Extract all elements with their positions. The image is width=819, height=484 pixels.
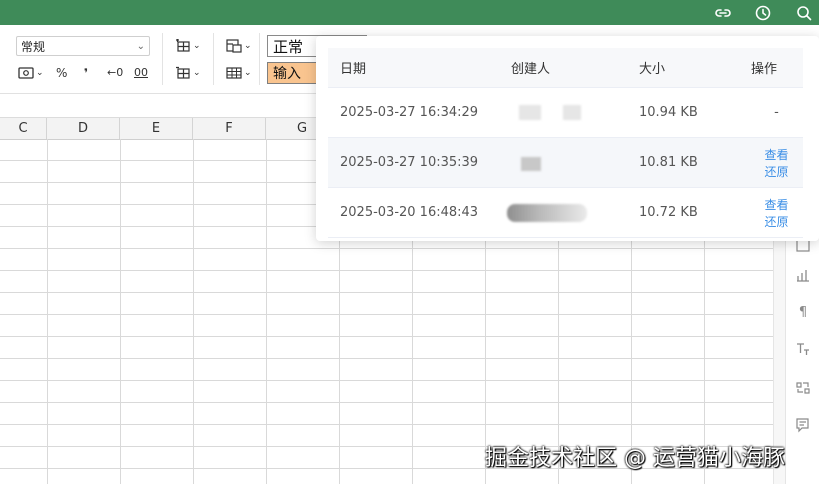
table-format-button[interactable]: ⌄ xyxy=(226,63,252,83)
table-row: 2025-03-27 10:35:39 10.81 KB 查看 还原 xyxy=(328,137,803,188)
row-actions: 查看 还原 xyxy=(750,187,803,238)
table-row: 2025-03-20 16:48:43 10.72 KB 查看 还原 xyxy=(328,187,803,238)
row-date: 2025-03-27 16:34:29 xyxy=(328,87,499,138)
side-toolbar: ¶ xyxy=(785,230,819,484)
redacted-avatar xyxy=(519,104,541,120)
column-header[interactable]: E xyxy=(120,118,193,139)
chevron-down-icon: ⌄ xyxy=(244,41,252,51)
row-action-none: - xyxy=(750,87,803,138)
column-header[interactable]: C xyxy=(0,118,47,139)
percent-button[interactable]: % xyxy=(56,63,67,83)
app-header xyxy=(0,0,819,25)
chevron-down-icon: ⌄ xyxy=(193,68,201,78)
chart-icon[interactable] xyxy=(794,266,812,284)
table-row: 2025-03-27 16:34:29 10.94 KB - xyxy=(328,87,803,138)
decrease-decimal-button[interactable]: ←0 xyxy=(107,63,123,83)
row-size: 10.72 KB xyxy=(635,187,750,238)
table-insert-icon xyxy=(176,39,190,52)
search-icon[interactable] xyxy=(794,3,814,23)
number-format-value: 常规 xyxy=(21,40,46,54)
version-history-popover: 日期 创建人 大小 操作 2025-03-27 16:34:29 10.94 K… xyxy=(316,36,819,241)
link-icon[interactable] xyxy=(713,3,733,23)
comment-icon[interactable] xyxy=(794,416,812,434)
chevron-down-icon: ⌄ xyxy=(244,68,252,78)
toolbar-divider xyxy=(259,33,260,85)
insert-cells-button[interactable]: ⌄ xyxy=(175,36,201,56)
version-history-table: 日期 创建人 大小 操作 2025-03-27 16:34:29 10.94 K… xyxy=(328,48,803,238)
view-link[interactable]: 查看 xyxy=(764,148,788,162)
header-creator: 创建人 xyxy=(499,48,635,88)
delete-cells-button[interactable]: ⌄ xyxy=(175,63,201,83)
number-format-select[interactable]: 常规 ⌄ xyxy=(16,36,150,56)
restore-link[interactable]: 还原 xyxy=(764,215,788,229)
comma-style-button[interactable]: ❜ xyxy=(84,63,88,83)
table-format-icon xyxy=(226,67,242,79)
header-date: 日期 xyxy=(328,48,499,88)
column-header[interactable]: D xyxy=(47,118,120,139)
conditional-format-icon xyxy=(226,39,242,53)
redacted-name xyxy=(507,203,587,222)
restore-link[interactable]: 还原 xyxy=(764,165,788,179)
row-creator xyxy=(499,137,635,188)
toolbar-divider xyxy=(162,33,163,85)
increase-decimal-button[interactable]: 00 xyxy=(134,63,148,83)
row-date: 2025-03-27 10:35:39 xyxy=(328,137,499,188)
header-actions: 操作 xyxy=(750,48,803,88)
history-icon[interactable] xyxy=(753,3,773,23)
header-size: 大小 xyxy=(635,48,750,88)
row-size: 10.94 KB xyxy=(635,87,750,138)
text-style-icon[interactable] xyxy=(794,340,812,358)
table-delete-icon xyxy=(176,66,190,79)
conditional-format-button[interactable]: ⌄ xyxy=(226,36,252,56)
redacted-name xyxy=(563,104,581,120)
row-creator xyxy=(499,87,635,138)
shuffle-icon[interactable] xyxy=(794,378,812,396)
chevron-down-icon: ⌄ xyxy=(136,41,145,52)
view-link[interactable]: 查看 xyxy=(764,198,788,212)
row-creator xyxy=(499,187,635,238)
column-header[interactable]: F xyxy=(193,118,266,139)
currency-icon xyxy=(18,67,34,79)
chevron-down-icon: ⌄ xyxy=(193,41,201,51)
row-size: 10.81 KB xyxy=(635,137,750,188)
redacted-name xyxy=(521,156,541,171)
currency-format-button[interactable]: ⌄ xyxy=(18,63,44,83)
row-actions: 查看 还原 xyxy=(750,137,803,188)
chevron-down-icon: ⌄ xyxy=(36,68,44,78)
watermark: 掘金技术社区 @ 运营猫小海豚 xyxy=(485,446,785,471)
toolbar-divider xyxy=(213,33,214,85)
paragraph-icon[interactable]: ¶ xyxy=(794,303,812,321)
row-date: 2025-03-20 16:48:43 xyxy=(328,187,499,238)
